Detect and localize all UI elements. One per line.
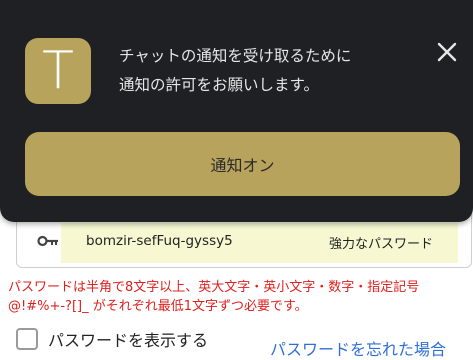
forgot-password-link[interactable]: パスワードを忘れた場合 — [270, 336, 446, 360]
password-strength-label: 強力なパスワード — [329, 237, 434, 252]
notification-message: チャットの通知を受け取るために 通知の許可をお願いします。 — [119, 42, 419, 100]
notification-message-line1: チャットの通知を受け取るために — [119, 47, 352, 65]
key-icon — [37, 235, 58, 247]
password-value[interactable]: bomzir-sefFuq-gyssy5 — [86, 233, 316, 249]
app-icon-letter: T — [42, 41, 74, 101]
show-password-label: パスワードを表示する — [48, 331, 209, 350]
close-button[interactable] — [433, 38, 461, 66]
close-icon — [437, 42, 457, 62]
notification-banner: T チャットの通知を受け取るために 通知の許可をお願いします。 通知オン — [0, 0, 473, 222]
show-password-toggle[interactable]: パスワードを表示する — [16, 327, 208, 351]
password-requirements: パスワードは半角で8文字以上、英大文字・英小文字・数字・指定記号 @!#%+-?… — [8, 280, 420, 314]
app-icon: T — [25, 38, 91, 104]
notification-message-line2: 通知の許可をお願いします。 — [119, 76, 319, 94]
show-password-checkbox[interactable] — [16, 328, 38, 350]
enable-notifications-button[interactable]: 通知オン — [25, 132, 460, 196]
